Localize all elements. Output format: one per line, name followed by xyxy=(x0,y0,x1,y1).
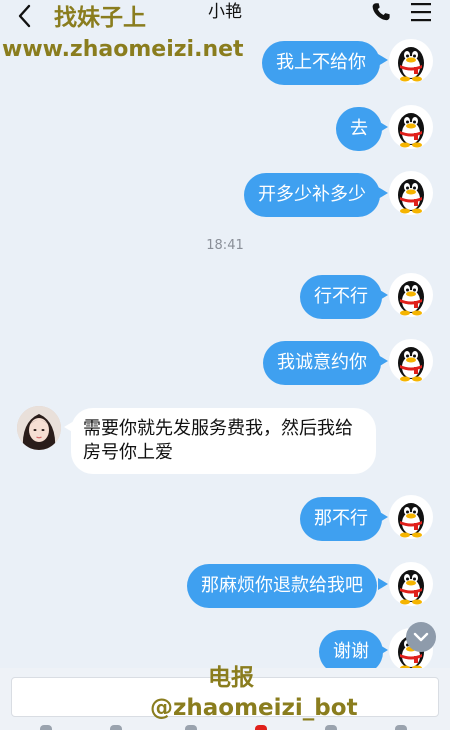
red-packet-tool-icon[interactable] xyxy=(255,725,267,730)
penguin-icon xyxy=(398,47,424,82)
message-bubble-outgoing[interactable]: 我诚意约你 xyxy=(263,341,381,385)
penguin-avatar[interactable] xyxy=(389,562,433,606)
bubble-tail xyxy=(378,355,388,367)
phone-icon[interactable] xyxy=(370,1,392,23)
more-tool-icon[interactable] xyxy=(395,725,407,730)
menu-icon[interactable] xyxy=(410,1,432,23)
message-bubble-incoming[interactable]: 需要你就先发服务费我，然后我给房号你上爱 xyxy=(71,408,376,474)
message-timestamp: 18:41 xyxy=(206,238,244,253)
message-bubble-outgoing[interactable]: 那不行 xyxy=(300,497,382,541)
message-bubble-outgoing[interactable]: 开多少补多少 xyxy=(244,173,380,217)
bubble-tail xyxy=(378,644,388,656)
watermark-url: www.zhaomeizi.net xyxy=(2,37,244,62)
watermark-telegram-handle: @zhaomeizi_bot xyxy=(150,695,358,721)
watermark-telegram-label: 电报 xyxy=(208,665,254,691)
message-bubble-outgoing[interactable]: 去 xyxy=(336,107,382,151)
contact-avatar[interactable] xyxy=(17,406,61,450)
message-bubble-outgoing[interactable]: 行不行 xyxy=(300,275,382,319)
chevron-down-icon xyxy=(413,632,429,642)
message-bubble-outgoing[interactable]: 我上不给你 xyxy=(262,41,380,85)
penguin-icon xyxy=(398,570,424,605)
penguin-avatar[interactable] xyxy=(389,105,433,149)
penguin-icon xyxy=(398,179,424,214)
bubble-tail xyxy=(378,187,388,199)
penguin-avatar[interactable] xyxy=(389,273,433,317)
image-tool-icon[interactable] xyxy=(110,725,122,730)
bubble-tail xyxy=(378,54,388,66)
voice-tool-icon[interactable] xyxy=(40,725,52,730)
penguin-avatar[interactable] xyxy=(389,495,433,539)
penguin-icon xyxy=(398,281,424,316)
avatar-portrait-icon xyxy=(17,406,61,450)
bubble-tail xyxy=(378,121,388,133)
penguin-avatar[interactable] xyxy=(389,39,433,83)
emoji-tool-icon[interactable] xyxy=(325,725,337,730)
penguin-avatar[interactable] xyxy=(389,339,433,383)
penguin-avatar[interactable] xyxy=(389,171,433,215)
penguin-icon xyxy=(398,347,424,382)
bubble-tail xyxy=(378,289,388,301)
camera-tool-icon[interactable] xyxy=(185,725,197,730)
message-bubble-outgoing[interactable]: 那麻烦你退款给我吧 xyxy=(187,564,377,608)
penguin-icon xyxy=(398,503,424,538)
watermark-title: 找妹子上 xyxy=(54,5,146,31)
scroll-to-bottom-button[interactable] xyxy=(406,622,436,652)
bubble-tail xyxy=(378,578,388,590)
penguin-icon xyxy=(398,113,424,148)
bubble-tail xyxy=(378,511,388,523)
